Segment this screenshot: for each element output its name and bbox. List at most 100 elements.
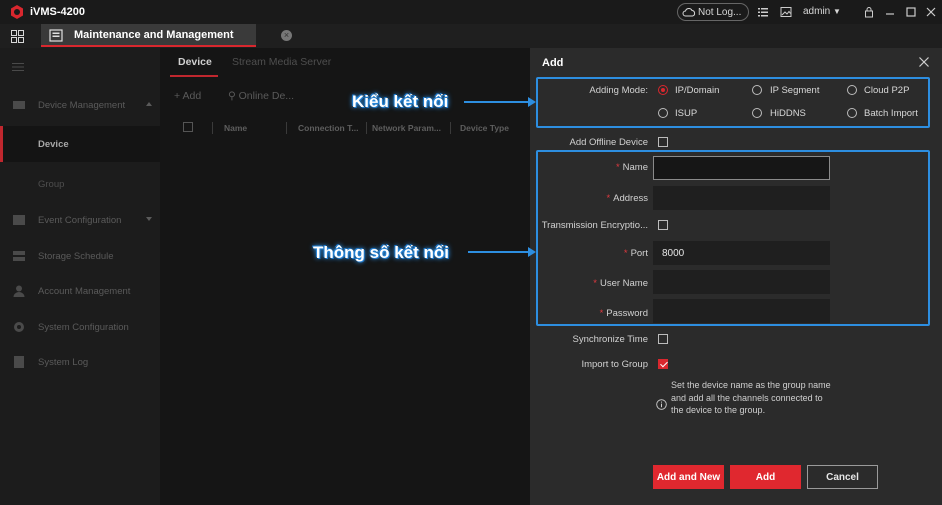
event-icon [13,215,25,225]
password-input[interactable] [653,299,830,323]
gear-icon [14,322,24,332]
transmission-encryption-checkbox[interactable] [658,220,668,230]
sidebar-item-system-configuration[interactable]: System Configuration [0,316,160,338]
address-label-text: Address [613,193,648,204]
required-marker: * [606,193,611,204]
port-label: * Port [540,248,648,259]
sidebar-item-storage-schedule[interactable]: Storage Schedule [0,245,160,267]
modules-grid-icon[interactable] [11,30,24,43]
chevron-up-icon [146,102,152,106]
username: admin [803,6,831,17]
column-divider [286,122,287,134]
dialog-close-icon[interactable] [918,56,930,68]
add-button[interactable]: Add [730,465,801,489]
name-label-text: Name [622,162,648,173]
cancel-button[interactable]: Cancel [807,465,878,489]
dialog-title: Add [542,57,564,69]
column-divider [450,122,451,134]
mode-cloud-p2p-radio[interactable] [847,85,857,95]
mode-batch-import-radio[interactable] [847,108,857,118]
mode-batch-import-label[interactable]: Batch Import [864,108,918,119]
add-offline-label: Add Offline Device [569,137,648,148]
column-header-device-type[interactable]: Device Type [460,123,509,133]
required-marker: * [623,248,628,259]
subtab-active-indicator [170,75,218,77]
required-marker: * [615,162,620,173]
import-group-hint: Set the device name as the group name an… [671,380,831,415]
sidebar-item-label: Event Configuration [38,215,122,226]
image-icon[interactable] [780,6,792,18]
adding-mode-label: Adding Mode: [589,85,648,96]
mode-hiddns-label[interactable]: HiDDNS [770,108,806,119]
subtab-device[interactable]: Device [178,56,212,68]
storage-icon [13,251,25,261]
add-device-label: Add [182,90,202,102]
username-input[interactable] [653,270,830,294]
add-offline-checkbox[interactable] [658,137,668,147]
search-icon: ⚲ [228,90,239,102]
lock-icon[interactable] [863,6,875,18]
synchronize-time-label: Synchronize Time [572,334,648,345]
column-divider [212,122,213,134]
mode-ip-domain-radio[interactable] [658,85,668,95]
window-close-icon[interactable] [925,6,937,18]
cloud-login-button[interactable]: Not Log... [677,3,749,21]
address-input[interactable] [653,186,830,210]
mode-ip-segment-label[interactable]: IP Segment [770,85,819,96]
port-label-text: Port [630,248,648,259]
log-icon [14,356,24,368]
annotation-connection-mode: Kiểu kết nối [352,92,449,111]
cloud-icon [682,8,696,17]
device-icon [13,101,25,109]
sidebar-collapse-icon[interactable] [12,62,24,72]
app-title: iVMS-4200 [30,6,86,18]
import-to-group-checkbox[interactable] [658,359,668,369]
column-header-network-params[interactable]: Network Param... [372,123,441,133]
password-label: * Password [540,308,648,319]
task-list-icon[interactable] [757,6,769,18]
synchronize-time-checkbox[interactable] [658,334,668,344]
online-device-label: Online De... [238,90,295,102]
sidebar-item-label: Device [38,139,69,150]
tab-maintenance-management[interactable]: Maintenance and Management × [41,24,292,47]
column-divider [366,122,367,134]
mode-isup-radio[interactable] [658,108,668,118]
sidebar-item-device-management[interactable]: Device Management [0,94,160,116]
mode-ip-segment-radio[interactable] [752,85,762,95]
sidebar-item-label: Group [38,179,65,190]
sidebar-item-label: Account Management [38,286,131,297]
sidebar-item-label: Device Management [38,100,126,111]
mode-cloud-p2p-label[interactable]: Cloud P2P [864,85,909,96]
tab-close-icon[interactable]: × [281,30,292,41]
maximize-icon[interactable] [905,6,917,18]
info-icon [656,399,667,410]
user-menu[interactable]: admin ▼ [803,6,841,17]
password-label-text: Password [606,308,648,319]
add-device-button[interactable]: + Add [174,90,201,102]
sidebar-item-group[interactable]: Group [0,166,160,202]
hikvision-logo-icon [11,5,23,19]
column-header-connection-type[interactable]: Connection T... [298,123,358,133]
mode-isup-label[interactable]: ISUP [675,108,697,119]
username-label: * User Name [540,278,648,289]
username-label-text: User Name [599,278,648,289]
add-and-new-button[interactable]: Add and New [653,465,724,489]
mode-ip-domain-label[interactable]: IP/Domain [675,85,719,96]
minimize-icon[interactable] [884,6,896,18]
mode-hiddns-radio[interactable] [752,108,762,118]
chevron-down-icon [146,217,152,221]
column-header-name[interactable]: Name [224,123,247,133]
sidebar-item-account-management[interactable]: Account Management [0,280,160,302]
sidebar-item-system-log[interactable]: System Log [0,351,160,373]
chevron-down-icon: ▼ [833,7,841,16]
online-device-button[interactable]: ⚲ Online De... [228,90,294,102]
title-bar: iVMS-4200 Not Log... admin ▼ [0,0,942,24]
name-input[interactable] [653,156,830,180]
device-list-panel: Device Stream Media Server + Add ⚲ Onlin… [160,48,530,505]
select-all-checkbox[interactable] [183,122,193,132]
port-input[interactable] [653,241,830,265]
subtab-stream-media-server[interactable]: Stream Media Server [232,56,331,68]
sidebar-item-event-configuration[interactable]: Event Configuration [0,209,160,231]
sidebar-item-device[interactable]: Device [0,126,160,162]
name-label: * Name [540,162,648,173]
